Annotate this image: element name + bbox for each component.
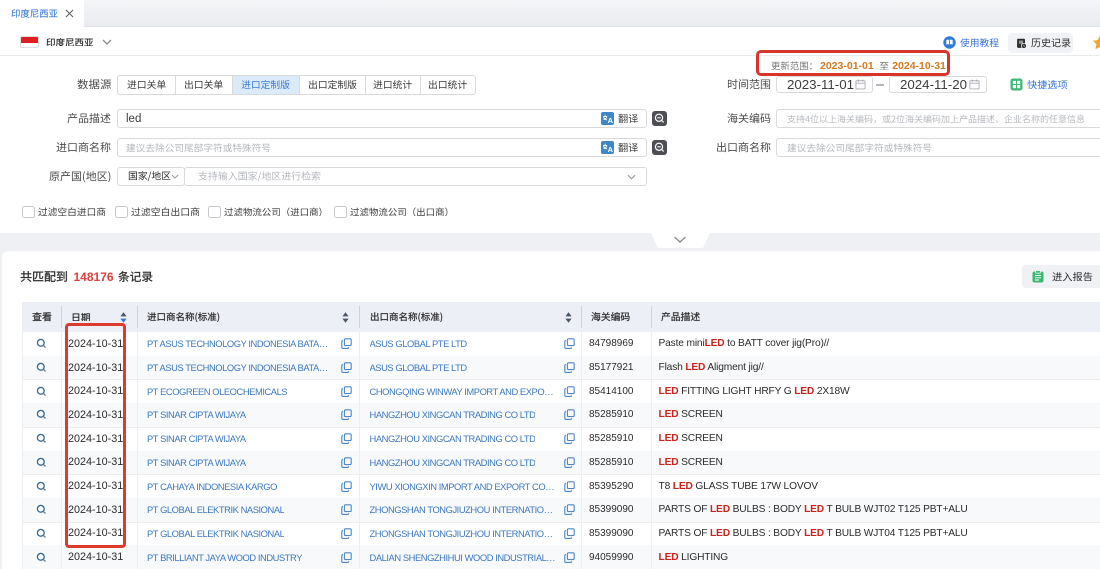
- svg-text:A: A: [607, 145, 613, 154]
- svg-text:A: A: [607, 116, 613, 125]
